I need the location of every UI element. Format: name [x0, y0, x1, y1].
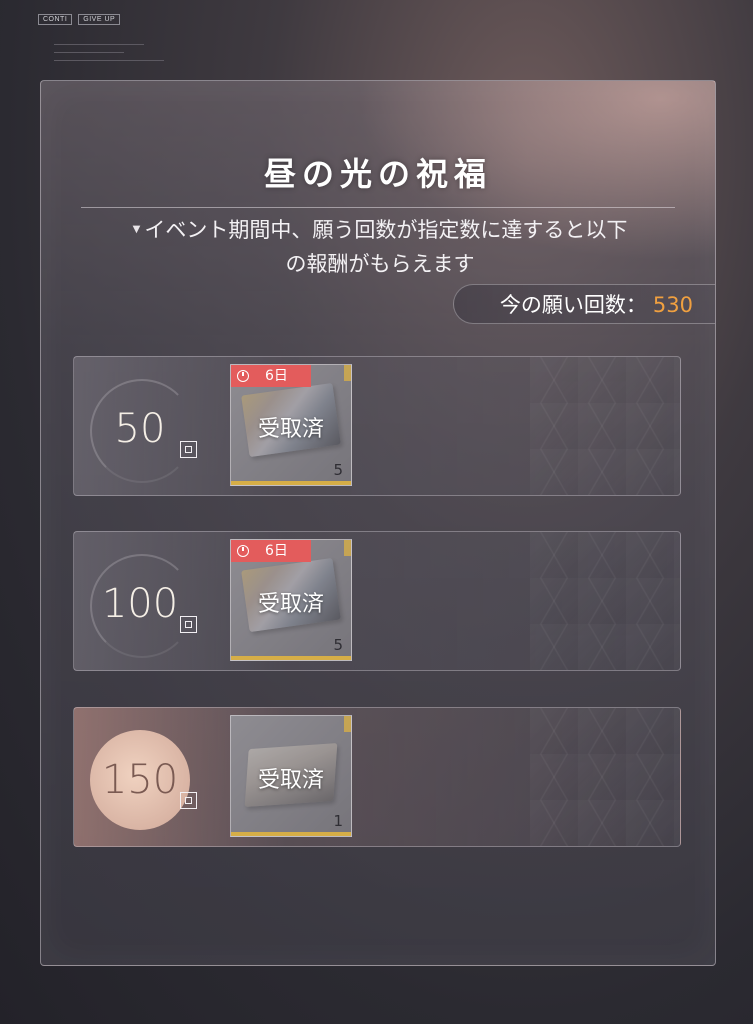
- wish-count-label: 今の願い回数：: [499, 293, 647, 317]
- rarity-bar: [231, 656, 351, 660]
- kai-icon: [180, 792, 197, 809]
- rarity-bar: [231, 832, 351, 836]
- rarity-corner: [344, 365, 351, 381]
- background-deco-line: [54, 52, 124, 53]
- description-line-1: イベント期間中、願う回数が指定数に達すると以下: [144, 218, 628, 242]
- claimed-status: 受取済: [257, 768, 324, 793]
- clock-icon: [237, 545, 249, 557]
- clock-icon: [237, 370, 249, 382]
- top-button-bar: CONTI GIVE UP: [38, 14, 121, 25]
- reward-row[interactable]: 100 6日 受取済 5: [73, 531, 681, 671]
- claimed-status: 受取済: [257, 417, 324, 442]
- reward-row[interactable]: 150 受取済 1: [73, 707, 681, 847]
- item-quantity: 1: [333, 812, 343, 830]
- background-deco-line: [54, 44, 144, 45]
- description-line-2: の報酬がもらえます: [285, 252, 475, 276]
- time-limit-badge: 6日: [231, 540, 311, 562]
- claimed-status: 受取済: [257, 592, 324, 617]
- threshold-count: 50: [114, 406, 166, 452]
- rarity-corner: [344, 540, 351, 556]
- triangle-pattern-decoration: [530, 708, 680, 846]
- continue-button[interactable]: CONTI: [38, 14, 73, 25]
- triangle-marker-icon: ▼: [132, 224, 141, 235]
- rarity-corner: [344, 716, 351, 732]
- time-limit-text: 6日: [265, 368, 288, 384]
- title-divider: [81, 207, 675, 208]
- background-deco-line: [54, 60, 164, 61]
- triangle-pattern-decoration: [530, 532, 680, 670]
- item-quantity: 5: [333, 636, 343, 654]
- reward-item[interactable]: 6日 受取済 5: [230, 539, 352, 661]
- threshold-count: 100: [101, 581, 179, 627]
- reward-row[interactable]: 50 6日 受取済 5: [73, 356, 681, 496]
- panel-title: 昼の光の祝福: [263, 155, 492, 193]
- reward-panel: 昼の光の祝福 ▼ イベント期間中、願う回数が指定数に達すると以下 の報酬がもらえま…: [40, 80, 716, 966]
- kai-icon: [180, 616, 197, 633]
- wish-count-display: 今の願い回数： 530: [453, 284, 715, 324]
- give-up-button[interactable]: GIVE UP: [78, 14, 121, 25]
- time-limit-text: 6日: [265, 543, 288, 559]
- threshold-count: 150: [101, 757, 179, 803]
- item-quantity: 5: [333, 461, 343, 479]
- wish-count-value: 530: [652, 293, 693, 317]
- reward-item[interactable]: 6日 受取済 5: [230, 364, 352, 486]
- kai-icon: [180, 441, 197, 458]
- reward-item[interactable]: 受取済 1: [230, 715, 352, 837]
- time-limit-badge: 6日: [231, 365, 311, 387]
- triangle-pattern-decoration: [530, 357, 680, 495]
- event-description: ▼ イベント期間中、願う回数が指定数に達すると以下 の報酬がもらえます: [85, 213, 675, 281]
- rarity-bar: [231, 481, 351, 485]
